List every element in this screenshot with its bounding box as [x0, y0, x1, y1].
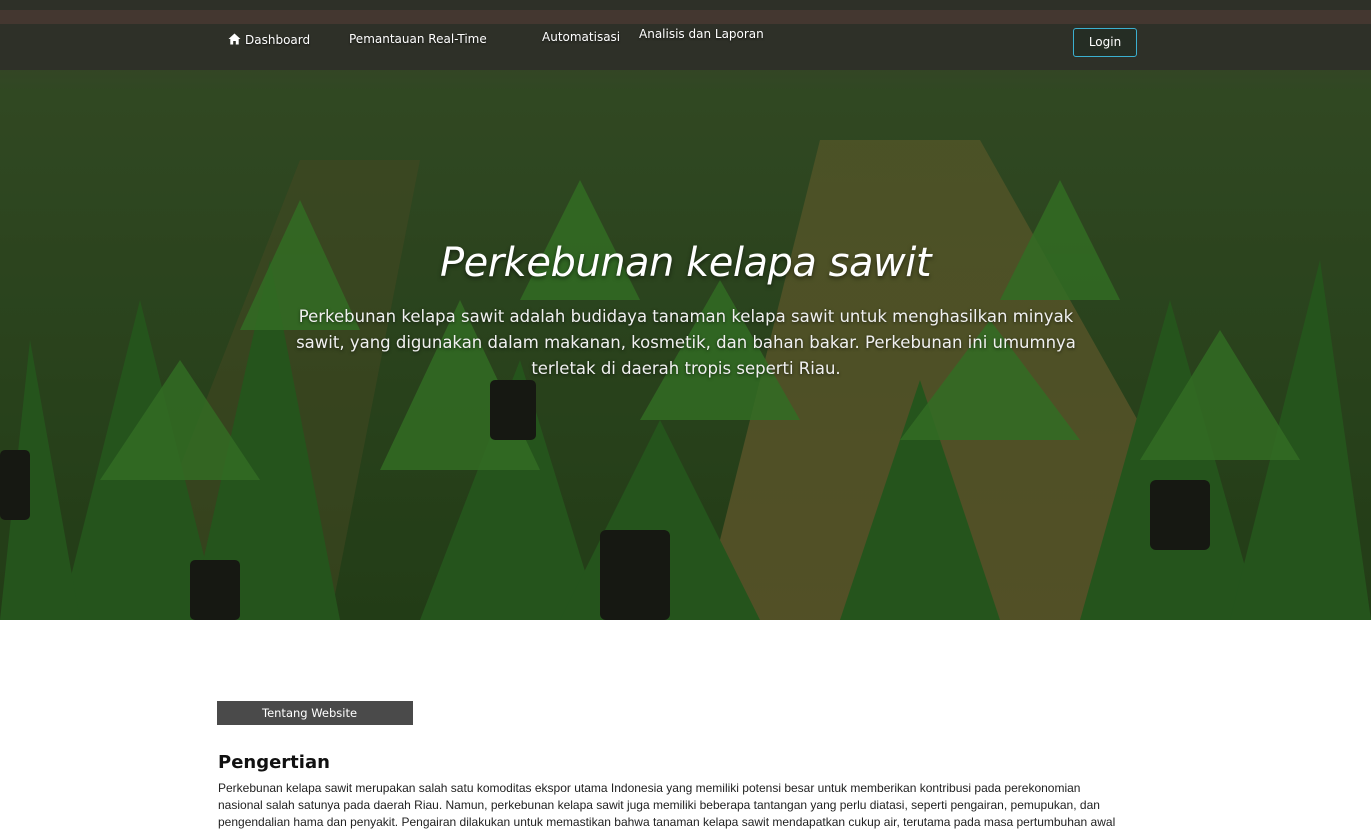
nav-item-label: Automatisasi [542, 30, 621, 44]
section-heading: Pengertian [218, 752, 330, 773]
nav-item-label: Analisis dan Laporan [639, 27, 764, 41]
login-button[interactable]: Login [1073, 28, 1137, 57]
section-body-text: Perkebunan kelapa sawit merupakan salah … [218, 781, 1116, 829]
home-icon [228, 33, 241, 45]
hero-section: Dashboard Pemantauan Real-Time Automatis… [0, 0, 1371, 620]
nav-item-label: Pemantauan Real-Time [349, 32, 487, 46]
tab-tentang-website[interactable]: Tentang Website [217, 701, 413, 725]
nav-item-analisis[interactable]: Analisis dan Laporan [639, 27, 764, 41]
hero-description: Perkebunan kelapa sawit adalah budidaya … [296, 307, 1076, 378]
nav-item-label: Dashboard [245, 33, 311, 47]
nav-item-dashboard[interactable]: Dashboard [228, 33, 310, 47]
nav-item-pemantauan[interactable]: Pemantauan Real-Time [349, 32, 487, 46]
hero-title: Perkebunan kelapa sawit [440, 240, 932, 286]
top-navigation: Dashboard Pemantauan Real-Time Automatis… [0, 0, 1371, 80]
nav-item-automatisasi[interactable]: Automatisasi [542, 30, 620, 44]
